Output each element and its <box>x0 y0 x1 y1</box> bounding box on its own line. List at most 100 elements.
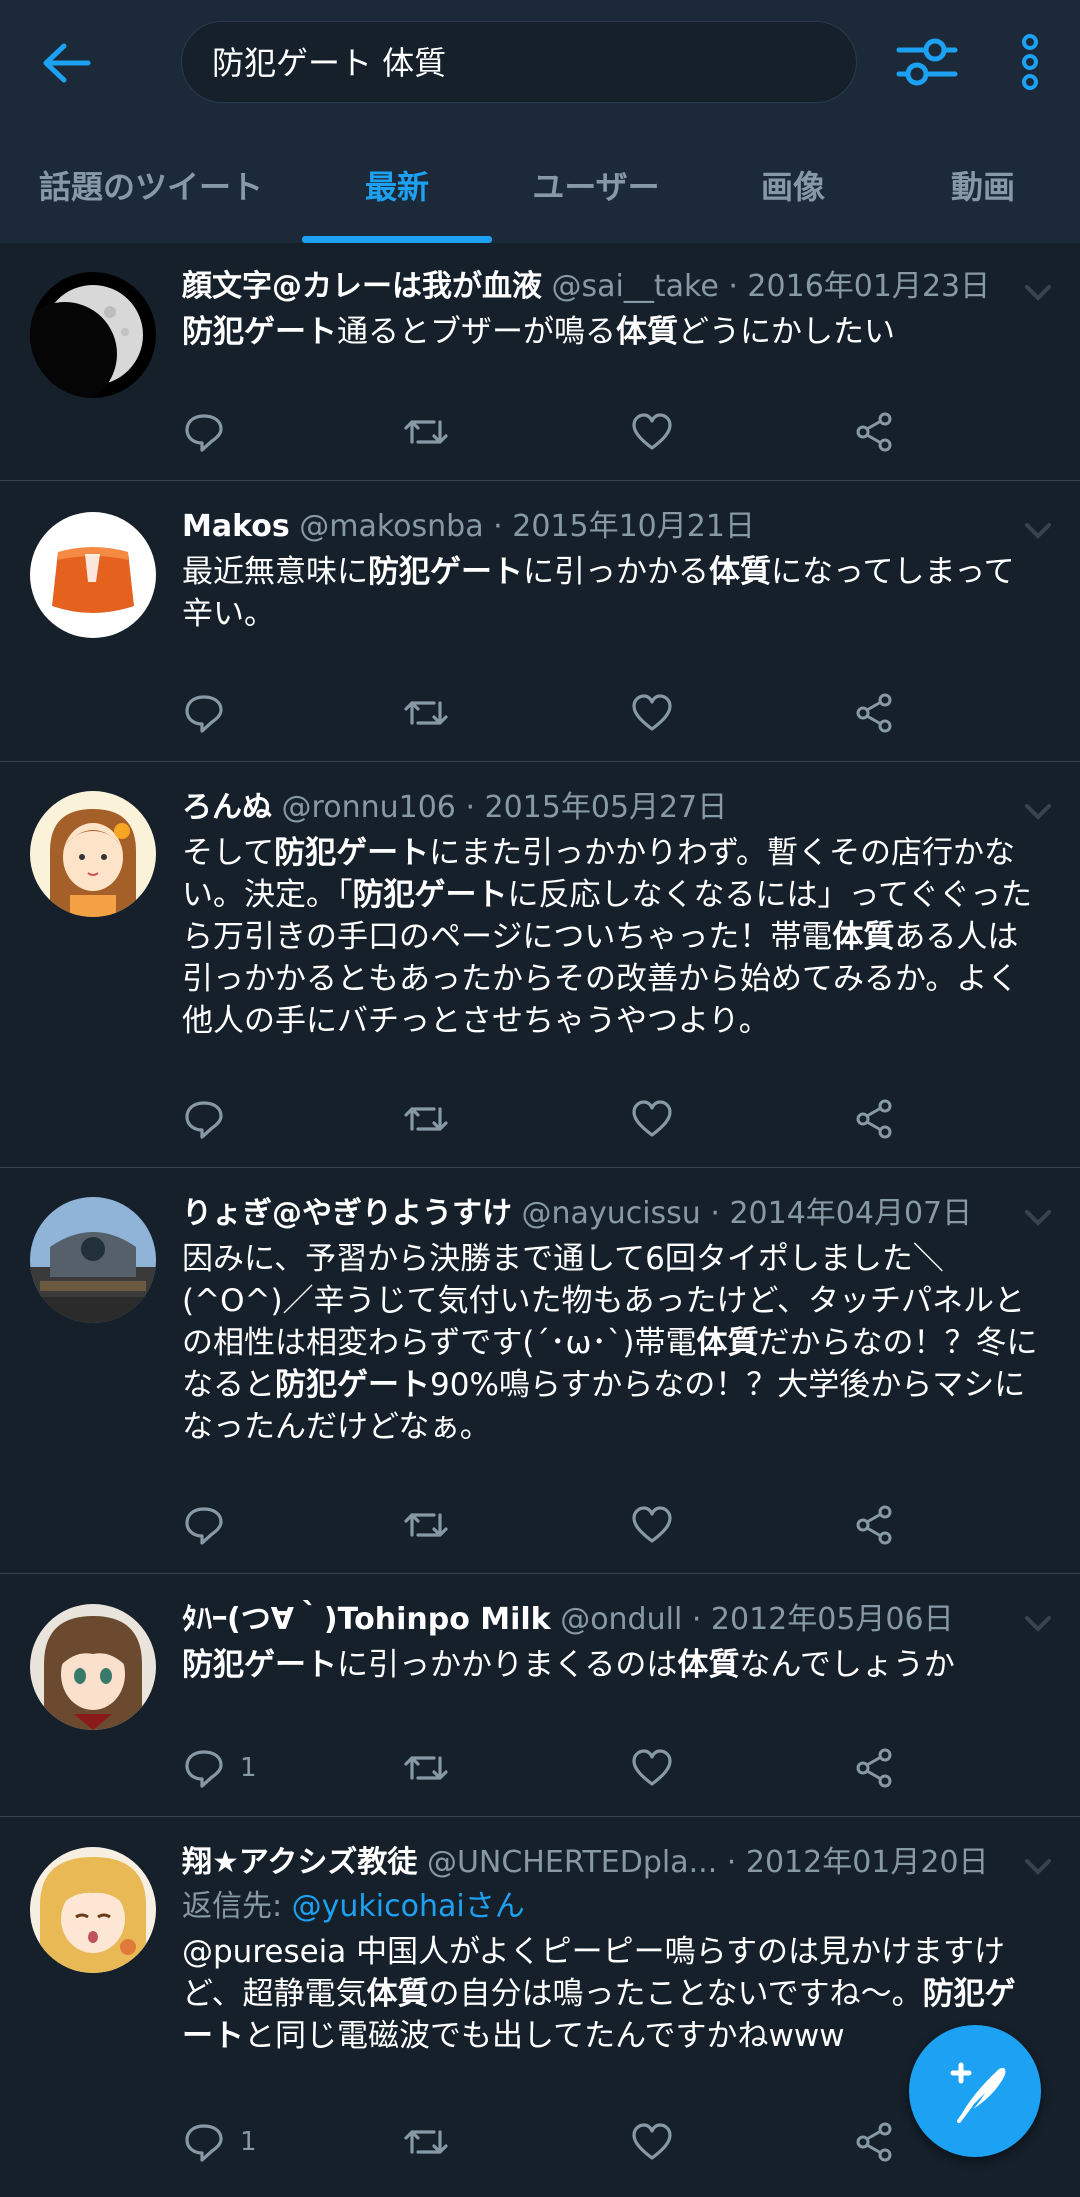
active-tab-indicator <box>302 236 492 243</box>
like-button[interactable] <box>630 1500 674 1550</box>
retweet-button[interactable] <box>402 1743 450 1793</box>
reply-icon <box>185 695 223 733</box>
search-field[interactable]: 防犯ゲート 体質 <box>181 21 857 103</box>
highlighted-keyword: 体質 <box>677 1647 740 1683</box>
heart-icon <box>632 413 672 450</box>
reply-icon <box>185 1507 223 1545</box>
tweet-date: · 2012年01月20日 <box>726 1845 989 1880</box>
reply-icon <box>185 2124 223 2162</box>
reply-button[interactable] <box>182 407 226 457</box>
tweet-date: · 2015年05月27日 <box>465 790 728 825</box>
avatar[interactable] <box>30 1197 156 1323</box>
share-button[interactable] <box>852 1094 896 1144</box>
chevron-down-icon[interactable] <box>1024 521 1052 541</box>
more-options-button[interactable] <box>1010 30 1050 94</box>
like-button[interactable] <box>630 1094 674 1144</box>
tweet-item[interactable]: ろんぬ @ronnu106 · 2015年05月27日 そして防犯ゲートにまた引… <box>0 762 1080 1168</box>
retweet-button[interactable] <box>402 2117 450 2167</box>
author-name[interactable]: 翔★アクシズ教徒 <box>182 1845 417 1880</box>
reply-button[interactable] <box>182 1500 226 1550</box>
reply-button[interactable]: 1 <box>182 1743 257 1793</box>
author-handle: @ondull <box>560 1602 683 1637</box>
tweet-actions <box>182 1500 942 1550</box>
tweet-item[interactable]: 顔文字@カレーは我が血液 @sai__take · 2016年01月23日 防犯… <box>0 243 1080 481</box>
tab-users[interactable]: ユーザー <box>492 140 700 243</box>
reply-button[interactable]: 1 <box>182 2117 257 2167</box>
share-button[interactable] <box>852 407 896 457</box>
search-tabs: 話題のツイート 最新 ユーザー 画像 動画 <box>0 140 1080 243</box>
reply-to-line: 返信先: @yukicohaiさん <box>182 1887 1044 1927</box>
highlighted-keyword: 防犯ゲート <box>275 1367 430 1403</box>
tweet-actions <box>182 407 942 457</box>
tab-videos[interactable]: 動画 <box>886 140 1080 243</box>
avatar[interactable] <box>30 1604 156 1730</box>
tweet-actions: 1 <box>182 1743 942 1793</box>
share-icon <box>856 412 892 452</box>
author-name[interactable]: ろんぬ <box>182 790 272 825</box>
retweet-button[interactable] <box>402 688 450 738</box>
avatar[interactable] <box>30 791 156 917</box>
chevron-down-icon[interactable] <box>1024 1614 1052 1634</box>
share-icon <box>856 1099 892 1139</box>
share-icon <box>856 1748 892 1788</box>
tweet-item[interactable]: Makos @makosnba · 2015年10月21日 最近無意味に防犯ゲー… <box>0 481 1080 762</box>
author-name[interactable]: りょぎ@やぎりようすけ <box>182 1196 512 1231</box>
like-button[interactable] <box>630 688 674 738</box>
heart-icon <box>632 2123 672 2160</box>
retweet-icon <box>404 420 448 444</box>
highlighted-keyword: 体質 <box>616 314 678 350</box>
tweet-text: 因みに、予習から決勝まで通して6回タイポしました＼(^O^)／辛うじて気付いた物… <box>182 1238 1044 1448</box>
retweet-icon <box>404 1756 448 1780</box>
tab-images[interactable]: 画像 <box>700 140 886 243</box>
chevron-down-icon[interactable] <box>1024 802 1052 822</box>
top-app-bar: 防犯ゲート 体質 話題のツイート 最新 ユーザー 画像 動画 <box>0 0 1080 243</box>
retweet-button[interactable] <box>402 1094 450 1144</box>
avatar[interactable] <box>30 1847 156 1973</box>
share-button[interactable] <box>852 688 896 738</box>
back-button[interactable] <box>38 38 98 88</box>
share-button[interactable] <box>852 2117 896 2167</box>
tweet-item[interactable]: ﾀﾊｰ(つ∀｀)Tohinpo Milk @ondull · 2012年05月0… <box>0 1574 1080 1817</box>
share-button[interactable] <box>852 1500 896 1550</box>
highlighted-keyword: 防犯ゲート <box>182 314 337 350</box>
reply-to-label: 返信先: <box>182 1889 292 1924</box>
reply-button[interactable] <box>182 688 226 738</box>
tab-top-tweets[interactable]: 話題のツイート <box>0 140 302 243</box>
author-name[interactable]: Makos <box>182 509 290 544</box>
like-button[interactable] <box>630 1743 674 1793</box>
like-button[interactable] <box>630 2117 674 2167</box>
tweet-text: 防犯ゲートに引っかかりまくるのは体質なんでしょうか <box>182 1644 1044 1686</box>
tab-latest[interactable]: 最新 <box>302 140 492 243</box>
like-button[interactable] <box>630 407 674 457</box>
chevron-down-icon[interactable] <box>1024 1857 1052 1877</box>
tweet-text-segment: に引っかかりまくるのは <box>337 1647 678 1683</box>
avatar[interactable] <box>30 272 156 398</box>
highlighted-keyword: 防犯ゲート <box>368 554 523 590</box>
author-handle: @ronnu106 <box>281 790 456 825</box>
compose-tweet-button[interactable] <box>909 2025 1041 2157</box>
retweet-button[interactable] <box>402 1500 450 1550</box>
reply-button[interactable] <box>182 1094 226 1144</box>
tweet-actions: 1 <box>182 2117 942 2167</box>
search-filter-button[interactable] <box>895 30 959 94</box>
highlighted-keyword: 体質 <box>366 1976 429 2012</box>
search-query[interactable]: 防犯ゲート 体質 <box>212 22 446 104</box>
retweet-button[interactable] <box>402 407 450 457</box>
chevron-down-icon[interactable] <box>1024 283 1052 303</box>
highlighted-keyword: 体質 <box>832 919 895 955</box>
tweet-date: · 2015年10月21日 <box>493 509 755 544</box>
heart-icon <box>632 1749 672 1786</box>
tweet-text-segment: そして <box>182 835 275 871</box>
chevron-down-icon[interactable] <box>1024 1208 1052 1228</box>
author-name[interactable]: ﾀﾊｰ(つ∀｀)Tohinpo Milk <box>182 1602 551 1637</box>
share-button[interactable] <box>852 1743 896 1793</box>
avatar[interactable] <box>30 512 156 638</box>
tweet-text-segment: 最近無意味に <box>182 554 368 590</box>
retweet-icon <box>404 2130 448 2154</box>
highlighted-keyword: 体質 <box>709 554 771 590</box>
reply-count: 1 <box>240 2127 257 2157</box>
author-name[interactable]: 顔文字@カレーは我が血液 <box>182 269 542 304</box>
reply-to-link[interactable]: @yukicohaiさん <box>292 1889 525 1924</box>
share-icon <box>856 693 892 733</box>
tweet-item[interactable]: りょぎ@やぎりようすけ @nayucissu · 2014年04月07日 因みに… <box>0 1168 1080 1574</box>
